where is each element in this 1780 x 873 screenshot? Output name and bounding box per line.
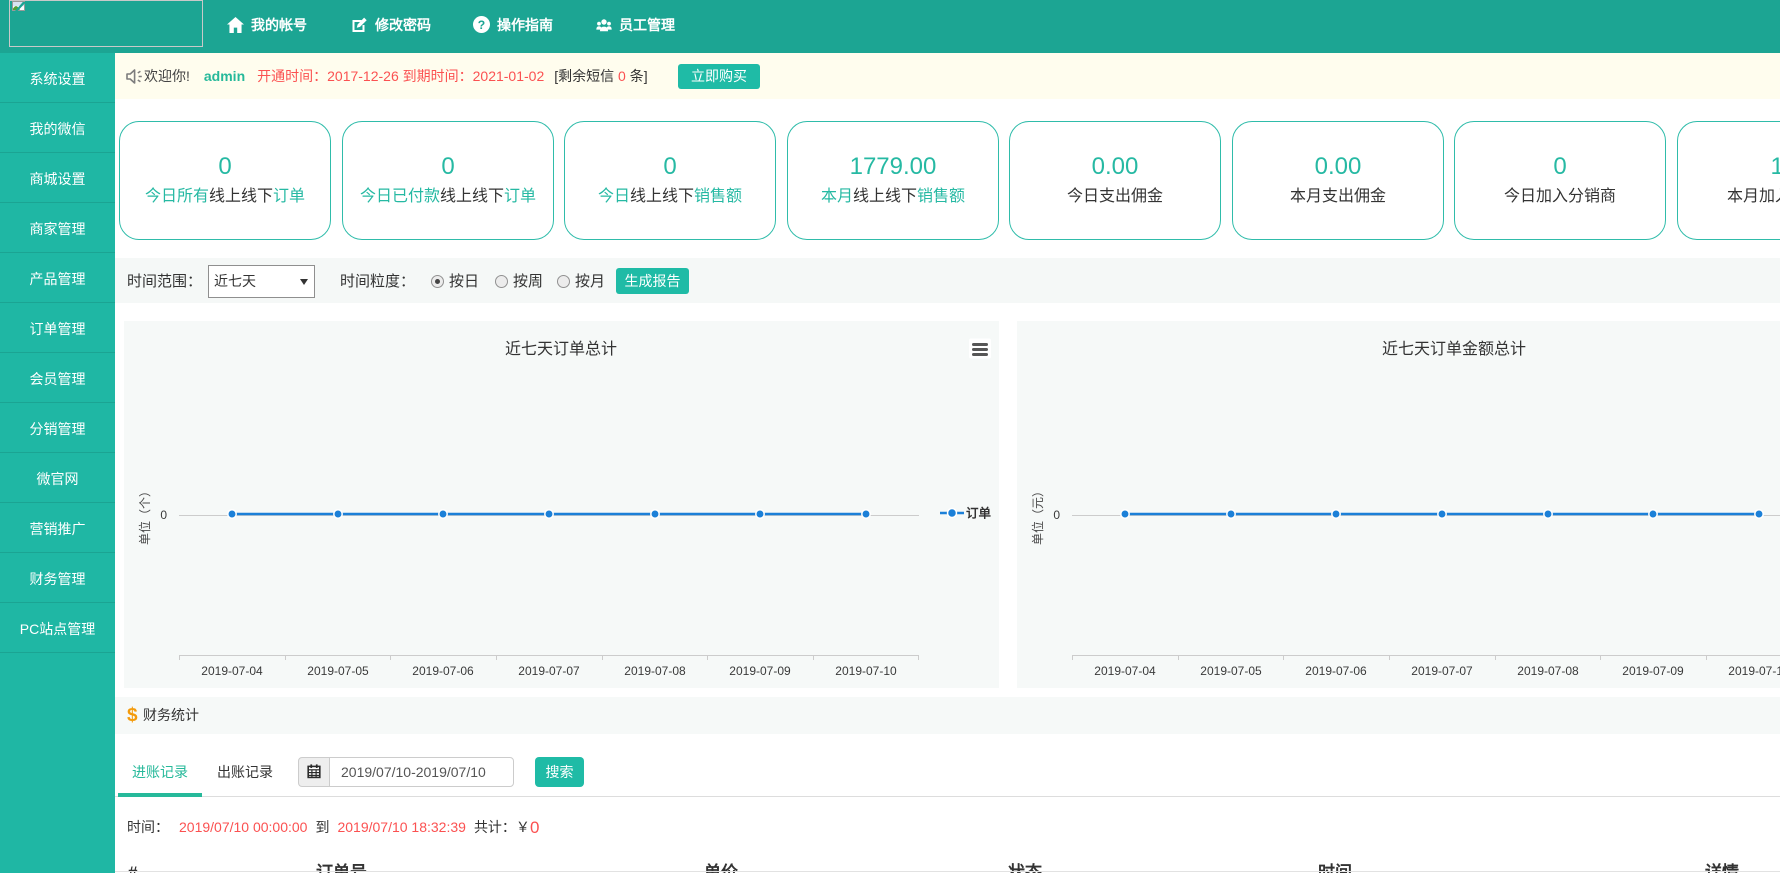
svg-text:0: 0 [1053,508,1060,522]
svg-text:2019-07-08: 2019-07-08 [624,664,686,678]
svg-text:2019-07-10: 2019-07-10 [1728,664,1780,678]
svg-text:2019-07-06: 2019-07-06 [412,664,474,678]
svg-text:2019-07-09: 2019-07-09 [729,664,791,678]
svg-text:2019-07-07: 2019-07-07 [1411,664,1473,678]
svg-text:2019-07-05: 2019-07-05 [307,664,369,678]
svg-text:近七天订单金额总计: 近七天订单金额总计 [1382,340,1526,358]
svg-text:2019-07-04: 2019-07-04 [201,664,263,678]
svg-text:2019-07-10: 2019-07-10 [835,664,897,678]
svg-text:单位（元）: 单位（元） [1030,485,1045,545]
svg-text:2019-07-09: 2019-07-09 [1622,664,1684,678]
svg-text:单位（个）: 单位（个） [137,485,152,545]
svg-text:2019-07-05: 2019-07-05 [1200,664,1262,678]
svg-text:0: 0 [160,508,167,522]
svg-text:订单: 订单 [966,506,992,521]
svg-text:2019-07-07: 2019-07-07 [518,664,580,678]
svg-text:2019-07-04: 2019-07-04 [1094,664,1156,678]
svg-text:近七天订单总计: 近七天订单总计 [505,340,617,358]
svg-text:2019-07-08: 2019-07-08 [1517,664,1579,678]
svg-text:2019-07-06: 2019-07-06 [1305,664,1367,678]
svg-text:?: ? [478,18,485,32]
